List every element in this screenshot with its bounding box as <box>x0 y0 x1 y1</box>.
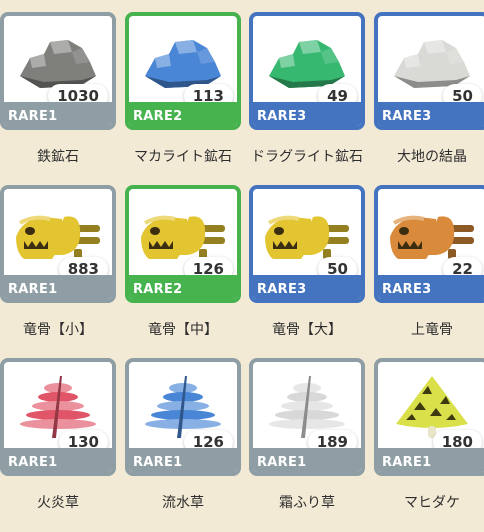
rarity-label: RARE1 <box>4 102 112 126</box>
item-row-ores: 1030 RARE1 鉄鉱石 113 RARE2 マカライト鉱石 49 RARE3 ド… <box>0 12 484 186</box>
item-name: 上竜骨 <box>411 322 453 338</box>
item-card: 126 RARE1 <box>125 358 241 476</box>
item-grid: 1030 RARE1 鉄鉱石 113 RARE2 マカライト鉱石 49 RARE3 ド… <box>0 0 484 512</box>
rarity-label: RARE3 <box>378 102 484 126</box>
rarity-label: RARE1 <box>129 448 237 472</box>
item-name: マヒダケ <box>404 495 460 511</box>
rarity-label: RARE3 <box>253 102 361 126</box>
item-card: 113 RARE2 <box>125 12 241 130</box>
item-cell-ice-herb[interactable]: 189 RARE1 霜ふり草 <box>249 358 365 532</box>
item-row-herbs: 130 RARE1 火炎草 126 RARE1 流水草 189 RARE1 霜ふり草 … <box>0 358 484 532</box>
item-cell-earth-crystal[interactable]: 50 RARE3 大地の結晶 <box>374 12 484 186</box>
item-name: 流水草 <box>162 495 204 511</box>
item-card: 50 RARE3 <box>374 12 484 130</box>
item-cell-bone-plus[interactable]: 22 RARE3 上竜骨 <box>374 185 484 359</box>
rarity-label: RARE1 <box>253 448 361 472</box>
item-name: マカライト鉱石 <box>134 149 232 165</box>
item-name: 竜骨【小】 <box>23 322 93 338</box>
item-cell-water-herb[interactable]: 126 RARE1 流水草 <box>125 358 241 532</box>
item-row-bones: 883 RARE1 竜骨【小】 126 RARE2 竜骨【中】 50 RARE3 竜骨… <box>0 185 484 359</box>
rarity-label: RARE3 <box>378 275 484 299</box>
item-cell-small-bone[interactable]: 883 RARE1 竜骨【小】 <box>0 185 116 359</box>
item-name: 鉄鉱石 <box>37 149 79 165</box>
item-name: 霜ふり草 <box>279 495 335 511</box>
rarity-label: RARE1 <box>4 448 112 472</box>
rarity-label: RARE1 <box>378 448 484 472</box>
item-card: 189 RARE1 <box>249 358 365 476</box>
item-cell-fire-herb[interactable]: 130 RARE1 火炎草 <box>0 358 116 532</box>
rarity-label: RARE2 <box>129 102 237 126</box>
item-card: 49 RARE3 <box>249 12 365 130</box>
item-cell-iron-ore[interactable]: 1030 RARE1 鉄鉱石 <box>0 12 116 186</box>
item-cell-machalite-ore[interactable]: 113 RARE2 マカライト鉱石 <box>125 12 241 186</box>
item-name: 竜骨【大】 <box>272 322 342 338</box>
item-card: 126 RARE2 <box>125 185 241 303</box>
item-name: 火炎草 <box>37 495 79 511</box>
rarity-label: RARE3 <box>253 275 361 299</box>
item-name: 竜骨【中】 <box>148 322 218 338</box>
item-card: 50 RARE3 <box>249 185 365 303</box>
item-card: 1030 RARE1 <box>0 12 116 130</box>
item-cell-large-bone[interactable]: 50 RARE3 竜骨【大】 <box>249 185 365 359</box>
rarity-label: RARE1 <box>4 275 112 299</box>
item-cell-medium-bone[interactable]: 126 RARE2 竜骨【中】 <box>125 185 241 359</box>
item-card: 22 RARE3 <box>374 185 484 303</box>
item-name: 大地の結晶 <box>397 149 467 165</box>
item-card: 180 RARE1 <box>374 358 484 476</box>
item-name: ドラグライト鉱石 <box>251 149 363 165</box>
item-cell-paralysis-mushroom[interactable]: 180 RARE1 マヒダケ <box>374 358 484 532</box>
item-cell-dragonite-ore[interactable]: 49 RARE3 ドラグライト鉱石 <box>249 12 365 186</box>
rarity-label: RARE2 <box>129 275 237 299</box>
item-card: 883 RARE1 <box>0 185 116 303</box>
item-card: 130 RARE1 <box>0 358 116 476</box>
